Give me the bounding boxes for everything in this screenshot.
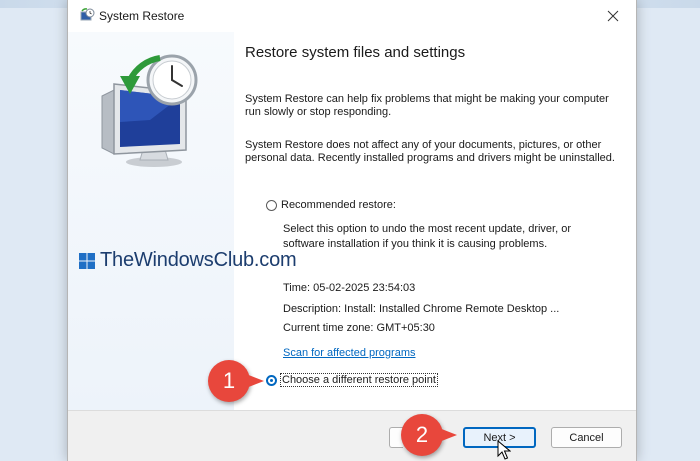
step-1-number: 1: [222, 368, 236, 393]
windows-logo-icon: [79, 252, 95, 269]
system-restore-window: System Restore TheWindowsClub.com Restor…: [67, 0, 637, 461]
different-restore-option[interactable]: Choose a different restore point: [266, 373, 438, 387]
watermark-text: TheWindowsClub.com: [100, 249, 297, 271]
title-bar: System Restore: [68, 0, 636, 32]
monitor-clock-restore-icon: [101, 54, 198, 167]
recommended-restore-radio[interactable]: [266, 199, 277, 211]
button-bar: Next > Cancel: [68, 410, 636, 461]
mouse-pointer-icon: [497, 440, 511, 460]
step-2-badge: 2: [401, 414, 457, 456]
page-title: Restore system files and settings: [245, 44, 466, 61]
close-button[interactable]: [590, 0, 636, 32]
close-icon: [607, 10, 619, 22]
recommended-restore-description: Select this option to undo the most rece…: [283, 223, 572, 250]
left-panel: TheWindowsClub.com: [68, 32, 297, 410]
different-restore-radio[interactable]: [266, 374, 277, 386]
intro-text: System Restore can help fix problems tha…: [245, 93, 609, 118]
system-restore-icon: [80, 8, 95, 21]
data-safety-text: System Restore does not affect any of yo…: [245, 139, 615, 164]
scan-affected-programs-link[interactable]: Scan for affected programs: [283, 347, 415, 359]
step-2-pointer: [439, 428, 457, 442]
step-2-number: 2: [415, 422, 429, 447]
watermark: TheWindowsClub.com: [78, 249, 297, 272]
restore-time: Time: 05-02-2025 23:54:03: [283, 282, 416, 294]
recommended-restore-option[interactable]: Recommended restore:: [266, 199, 396, 211]
different-restore-label: Choose a different restore point: [280, 373, 438, 387]
restore-description: Description: Install: Installed Chrome R…: [283, 303, 560, 315]
step-1-pointer: [246, 374, 264, 388]
current-time-zone: Current time zone: GMT+05:30: [283, 322, 435, 334]
window-title: System Restore: [99, 9, 185, 23]
recommended-restore-label: Recommended restore:: [281, 199, 396, 211]
cancel-button[interactable]: Cancel: [551, 427, 622, 448]
step-1-badge: 1: [208, 360, 264, 402]
